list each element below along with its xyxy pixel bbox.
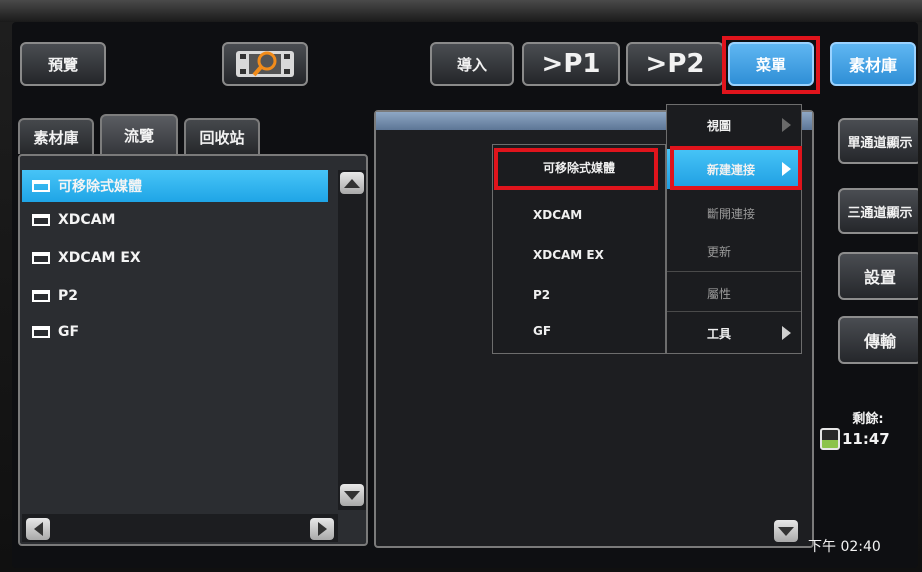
arrow-up-icon (344, 178, 360, 188)
submenu-arrow-icon (782, 118, 791, 132)
library-button[interactable]: 素材庫 (830, 42, 916, 86)
scroll-left-button[interactable] (26, 518, 50, 540)
submenu-item-xdcam[interactable]: XDCAM (493, 195, 665, 235)
submenu-arrow-icon (782, 326, 791, 340)
import-button[interactable]: 導入 (430, 42, 514, 86)
p2-button[interactable]: >P2 (626, 42, 724, 86)
folder-icon (32, 180, 50, 192)
single-channel-button[interactable]: 單通道顯示 (838, 118, 918, 164)
three-channel-label: 三通道顯示 (847, 205, 913, 221)
menu-item-label: 斷開連接 (707, 206, 756, 221)
folder-icon (32, 326, 50, 338)
menu-label: 菜單 (755, 55, 786, 74)
arrow-down-icon (344, 490, 360, 500)
scroll-down-button[interactable] (340, 484, 364, 506)
connect-submenu: 可移除式媒體 XDCAM XDCAM EX P2 GF (492, 144, 666, 354)
submenu-item-label: XDCAM EX (533, 248, 604, 262)
submenu-item-p2[interactable]: P2 (493, 275, 665, 315)
tab-browse[interactable]: 流覽 (100, 114, 178, 154)
film-magnifier-button[interactable] (222, 42, 308, 86)
menu-item-label: 視圖 (707, 118, 732, 133)
vertical-scrollbar[interactable] (338, 170, 366, 510)
folder-icon (32, 290, 50, 302)
list-item-removable-media[interactable]: 可移除式媒體 (22, 170, 328, 202)
tab-recycle-bin[interactable]: 回收站 (184, 118, 260, 154)
menu-separator (667, 311, 801, 312)
list-item-label: XDCAM EX (58, 250, 141, 266)
single-channel-label: 單通道顯示 (847, 135, 913, 151)
menu-item-disconnect[interactable]: 斷開連接 (667, 193, 801, 233)
menu-item-label: 屬性 (707, 286, 732, 301)
list-item-xdcam-ex[interactable]: XDCAM EX (22, 242, 328, 274)
three-channel-button[interactable]: 三通道顯示 (838, 188, 918, 234)
menu-button[interactable]: 菜單 (728, 42, 814, 86)
p1-label: >P1 (541, 49, 601, 79)
tab-library-label: 素材庫 (33, 128, 79, 147)
scroll-up-button[interactable] (340, 172, 364, 194)
preview-button[interactable]: 預覽 (20, 42, 106, 86)
arrow-down-icon (778, 526, 794, 536)
screen: 預覽 導入 >P1 >P2 菜單 素材庫 素材庫 流覽 回收站 可移除式媒體 X… (12, 22, 918, 568)
tab-browse-label: 流覽 (123, 126, 154, 145)
list-item-label: 可移除式媒體 (58, 179, 142, 195)
main-menu: 視圖 新建連接 斷開連接 更新 屬性 工具 (666, 104, 802, 354)
menu-item-label: 更新 (707, 244, 732, 259)
submenu-item-label: P2 (533, 288, 551, 302)
submenu-arrow-icon (782, 162, 791, 176)
remaining-time: 11:47 (842, 430, 890, 448)
folder-list-panel: 可移除式媒體 XDCAM XDCAM EX P2 GF (18, 154, 368, 546)
menu-item-tools[interactable]: 工具 (667, 313, 801, 353)
menu-item-label: 工具 (707, 326, 732, 341)
submenu-item-label: 可移除式媒體 (542, 160, 615, 175)
submenu-item-label: GF (533, 324, 552, 338)
list-item-label: GF (58, 324, 80, 340)
transfer-button[interactable]: 傳輸 (838, 316, 918, 364)
menu-item-properties[interactable]: 屬性 (667, 273, 801, 313)
battery-icon (820, 428, 840, 450)
menu-separator (667, 271, 801, 272)
film-magnifier-icon (236, 51, 294, 77)
p1-button[interactable]: >P1 (522, 42, 620, 86)
submenu-item-removable-media[interactable]: 可移除式媒體 (493, 147, 665, 187)
list-item-gf[interactable]: GF (22, 316, 328, 348)
list-item-p2[interactable]: P2 (22, 280, 328, 312)
tab-recycle-bin-label: 回收站 (199, 128, 245, 147)
menu-item-view[interactable]: 視圖 (667, 105, 801, 145)
transfer-label: 傳輸 (863, 332, 896, 351)
folder-icon (32, 214, 50, 226)
device-bezel (0, 0, 922, 22)
menu-item-label: 新建連接 (707, 162, 756, 177)
menu-item-new-connection[interactable]: 新建連接 (667, 149, 801, 189)
folder-icon (32, 252, 50, 264)
list-item-label: P2 (58, 288, 79, 304)
settings-label: 設置 (863, 268, 896, 287)
import-label: 導入 (456, 55, 487, 74)
arrow-left-icon (33, 522, 43, 536)
list-item-xdcam[interactable]: XDCAM (22, 204, 328, 236)
clock: 下午 02:40 (808, 539, 881, 555)
submenu-item-xdcam-ex[interactable]: XDCAM EX (493, 235, 665, 275)
library-label: 素材庫 (848, 56, 897, 75)
submenu-item-gf[interactable]: GF (493, 311, 665, 351)
remaining-label: 剩餘: (852, 412, 884, 427)
arrow-right-icon (317, 522, 327, 536)
content-scroll-down-button[interactable] (774, 520, 798, 542)
device-frame: 預覽 導入 >P1 >P2 菜單 素材庫 素材庫 流覽 回收站 可移除式媒體 X… (0, 0, 922, 572)
scroll-right-button[interactable] (310, 518, 334, 540)
menu-item-refresh[interactable]: 更新 (667, 231, 801, 271)
submenu-item-label: XDCAM (533, 208, 583, 222)
horizontal-scrollbar[interactable] (22, 514, 338, 542)
p2-label: >P2 (645, 49, 705, 79)
tab-library[interactable]: 素材庫 (18, 118, 94, 154)
settings-button[interactable]: 設置 (838, 252, 918, 300)
list-item-label: XDCAM (58, 212, 116, 228)
preview-label: 預覽 (47, 55, 78, 74)
